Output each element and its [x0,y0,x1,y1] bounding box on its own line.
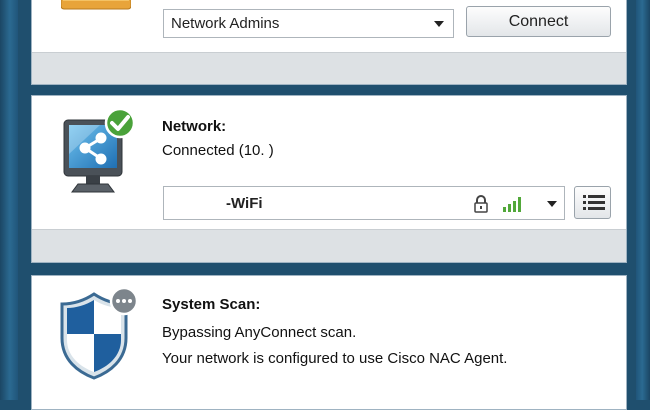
chevron-down-icon [434,21,444,27]
connect-button[interactable]: Connect [466,6,611,37]
vpn-group-dropdown[interactable]: Network Admins [163,9,454,38]
chevron-down-icon [547,201,557,207]
vpn-group-value: Network Admins [171,15,280,32]
network-title: Network: [162,118,227,135]
system-scan-pane: System Scan: Bypassing AnyConnect scan. … [31,275,627,410]
system-scan-message: Your network is configured to use Cisco … [162,350,508,367]
vpn-pane-footer [32,52,626,84]
lock-icon [474,195,488,213]
wifi-network-dropdown[interactable]: -WiFi [163,186,565,220]
window-frame-left [0,0,18,400]
list-icon [583,195,605,210]
vpn-lock-icon [61,0,131,10]
system-scan-status: Bypassing AnyConnect scan. [162,324,357,341]
signal-bars-icon [503,197,521,212]
network-monitor-icon [63,108,136,193]
checkmark-icon [104,108,136,139]
shield-icon [60,286,139,380]
network-pane-footer [32,229,626,262]
network-status: Connected (10. ) [162,142,274,159]
window-frame-right [636,0,650,400]
ellipsis-icon [109,286,139,316]
wifi-network-name: -WiFi [226,195,263,212]
system-scan-title: System Scan: [162,296,261,313]
network-list-button[interactable] [574,186,611,219]
vpn-pane: Network Admins Connect [31,0,627,85]
network-pane: Network: Connected (10. ) -WiFi [31,95,627,263]
